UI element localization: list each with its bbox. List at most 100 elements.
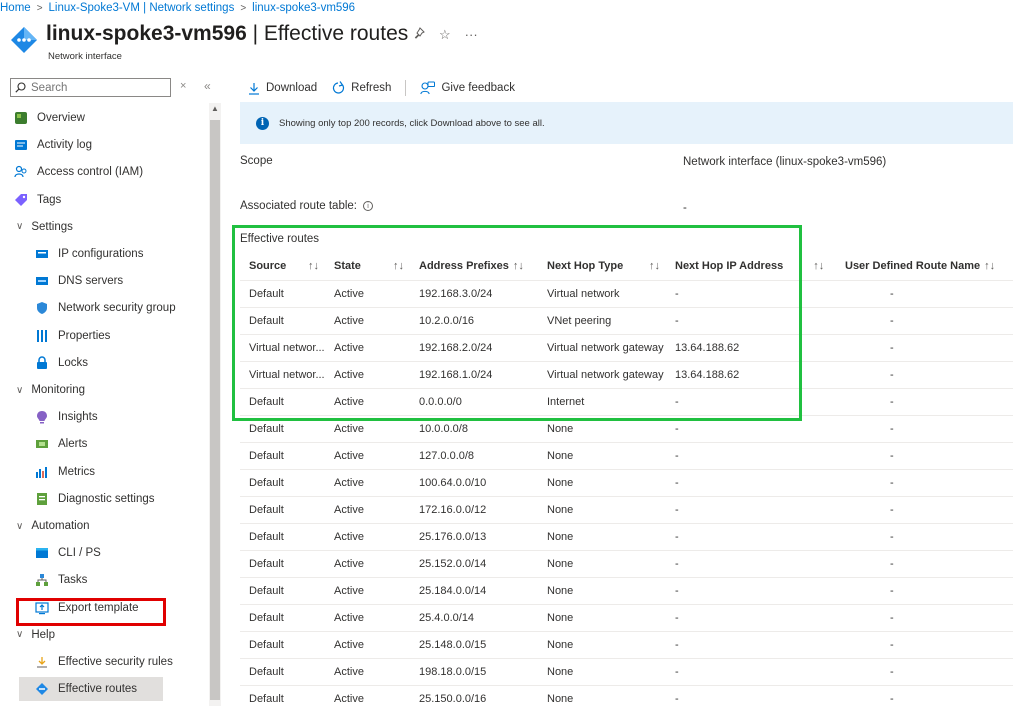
more-options-icon[interactable]: ··· (465, 27, 478, 43)
cell-address-prefixes: 0.0.0.0/0 (410, 388, 538, 416)
table-row[interactable]: Default Active 100.64.0.0/10 None - - (240, 469, 1013, 497)
table-row[interactable]: Default Active 0.0.0.0/0 Internet - - (240, 388, 1013, 416)
breadcrumb-vm-network-settings[interactable]: Linux-Spoke3-VM | Network settings (49, 2, 235, 14)
sidebar-item-insights[interactable]: Insights (0, 405, 206, 429)
sidebar-item-label: Tasks (58, 574, 88, 587)
cell-state: Active (325, 307, 410, 335)
sidebar-item-tags[interactable]: Tags (0, 188, 206, 212)
column-header-udr-name[interactable]: User Defined Route Name ↑↓ (836, 253, 1013, 281)
pin-icon[interactable] (413, 27, 425, 43)
column-header-state[interactable]: State ↑↓ (325, 253, 410, 281)
column-header-next-hop-type[interactable]: Next Hop Type ↑↓ (538, 253, 666, 281)
table-row[interactable]: Default Active 25.152.0.0/14 None - - (240, 550, 1013, 578)
table-row[interactable]: Default Active 25.176.0.0/13 None - - (240, 523, 1013, 551)
sidebar-item-properties[interactable]: Properties (0, 324, 206, 348)
give-feedback-button[interactable]: Give feedback (420, 81, 515, 95)
cell-next-hop-type: VNet peering (538, 307, 666, 335)
sidebar-item-network-security-group[interactable]: Network security group (0, 296, 206, 320)
cell-source: Default (240, 685, 325, 706)
collapse-menu-icon[interactable]: « (204, 79, 211, 93)
breadcrumb-nic[interactable]: linux-spoke3-vm596 (252, 2, 355, 14)
column-header-source[interactable]: Source ↑↓ (240, 253, 325, 281)
breadcrumb-home[interactable]: Home (0, 2, 31, 14)
sidebar-item-help[interactable]: ∨ Help (0, 623, 206, 647)
table-row[interactable]: Default Active 10.0.0.0/8 None - - (240, 415, 1013, 443)
sort-icon[interactable]: ↑↓ (308, 260, 319, 272)
table-row[interactable]: Virtual networ... Active 192.168.2.0/24 Vir… (240, 334, 1013, 362)
sort-icon[interactable]: ↑↓ (649, 260, 660, 272)
sidebar-item-settings[interactable]: ∨ Settings (0, 215, 206, 239)
cell-state: Active (325, 604, 410, 632)
cell-next-hop-ip: - (666, 280, 836, 308)
command-bar: Download Refresh Give feedback (248, 79, 529, 97)
table-row[interactable]: Default Active 198.18.0.0/15 None - - (240, 658, 1013, 686)
table-row[interactable]: Default Active 25.148.0.0/15 None - - (240, 631, 1013, 659)
info-icon[interactable]: i (363, 201, 373, 211)
cell-source: Default (240, 658, 325, 686)
table-row[interactable]: Default Active 172.16.0.0/12 None - - (240, 496, 1013, 524)
sidebar-item-overview[interactable]: Overview (0, 106, 206, 130)
column-header-address-prefixes[interactable]: Address Prefixes ↑↓ (410, 253, 538, 281)
cell-address-prefixes: 192.168.2.0/24 (410, 334, 538, 362)
table-row[interactable]: Default Active 10.2.0.0/16 VNet peering - - (240, 307, 1013, 335)
sidebar-item-automation[interactable]: ∨ Automation (0, 514, 206, 538)
cell-source: Default (240, 631, 325, 659)
cell-next-hop-type: Virtual network gateway (538, 361, 666, 389)
sort-icon[interactable]: ↑↓ (813, 260, 824, 272)
favorite-star-icon[interactable]: ☆ (439, 27, 451, 43)
column-header-label: Address Prefixes (419, 260, 509, 273)
sidebar-item-access-control-iam[interactable]: Access control (IAM) (0, 160, 206, 184)
table-row[interactable]: Default Active 25.4.0.0/14 None - - (240, 604, 1013, 632)
insights-icon (37, 411, 47, 424)
sidebar-item-activity-log[interactable]: Activity log (0, 133, 206, 157)
sidebar-item-ip-configurations[interactable]: IP configurations (0, 242, 206, 266)
sidebar-item-dns-servers[interactable]: DNS servers (0, 269, 206, 293)
search-icon (15, 82, 26, 93)
cell-udr-name: - (836, 361, 1013, 389)
sidebar-item-label: Locks (58, 356, 89, 369)
sidebar-item-alerts[interactable]: Alerts (0, 432, 206, 456)
sort-icon[interactable]: ↑↓ (393, 260, 404, 272)
cell-next-hop-ip: - (666, 442, 836, 470)
cell-address-prefixes: 25.148.0.0/15 (410, 631, 538, 659)
cell-state: Active (325, 334, 410, 362)
sort-icon[interactable]: ↑↓ (984, 260, 995, 272)
cell-udr-name: - (836, 442, 1013, 470)
cell-udr-name: - (836, 550, 1013, 578)
table-row[interactable]: Virtual networ... Active 192.168.1.0/24 Vir… (240, 361, 1013, 389)
download-button[interactable]: Download (248, 82, 317, 95)
table-row[interactable]: Default Active 127.0.0.0/8 None - - (240, 442, 1013, 470)
cell-udr-name: - (836, 685, 1013, 706)
page-title: linux-spoke3-vm596 | Effective routes (46, 22, 408, 46)
routes-icon (36, 683, 48, 696)
sort-icon[interactable]: ↑↓ (513, 260, 524, 272)
sidebar-item-label: IP configurations (58, 248, 144, 260)
sidebar-item-locks[interactable]: Locks (0, 351, 206, 375)
table-header-row: Source ↑↓ State ↑↓ Address Prefixes ↑↓ Next Ho… (240, 253, 1013, 281)
sidebar-item-metrics[interactable]: Metrics (0, 460, 206, 484)
clear-search-icon[interactable]: × (180, 80, 186, 92)
cell-next-hop-ip: - (666, 577, 836, 605)
table-row[interactable]: Default Active 25.150.0.0/16 None - - (240, 685, 1013, 706)
scroll-up-arrow-icon[interactable]: ▲ (211, 104, 219, 113)
menu-search[interactable] (10, 78, 171, 97)
menu-scrollbar-thumb[interactable] (210, 120, 220, 700)
tag-icon (15, 193, 27, 206)
cell-address-prefixes: 25.184.0.0/14 (410, 577, 538, 605)
sidebar-item-monitoring[interactable]: ∨ Monitoring (0, 378, 206, 402)
cell-next-hop-type: None (538, 631, 666, 659)
sidebar-item-effective-routes[interactable]: Effective routes (19, 677, 163, 702)
cell-next-hop-type: None (538, 658, 666, 686)
table-row[interactable]: Default Active 25.184.0.0/14 None - - (240, 577, 1013, 605)
refresh-button[interactable]: Refresh (331, 81, 391, 95)
table-row[interactable]: Default Active 192.168.3.0/24 Virtual netwo… (240, 280, 1013, 308)
sidebar-item-diagnostic-settings[interactable]: Diagnostic settings (0, 487, 206, 511)
cell-source: Default (240, 469, 325, 497)
info-message: Showing only top 200 records, click Down… (279, 117, 545, 129)
search-input[interactable] (31, 81, 161, 94)
sidebar-item-cli-ps[interactable]: CLI / PS (0, 541, 206, 565)
column-header-next-hop-ip[interactable]: Next Hop IP Address ↑↓ (666, 253, 836, 281)
sidebar-item-effective-security-rules[interactable]: Effective security rules (0, 650, 206, 674)
sidebar-item-label: Tags (37, 193, 62, 206)
sidebar-item-tasks[interactable]: Tasks (0, 568, 206, 592)
